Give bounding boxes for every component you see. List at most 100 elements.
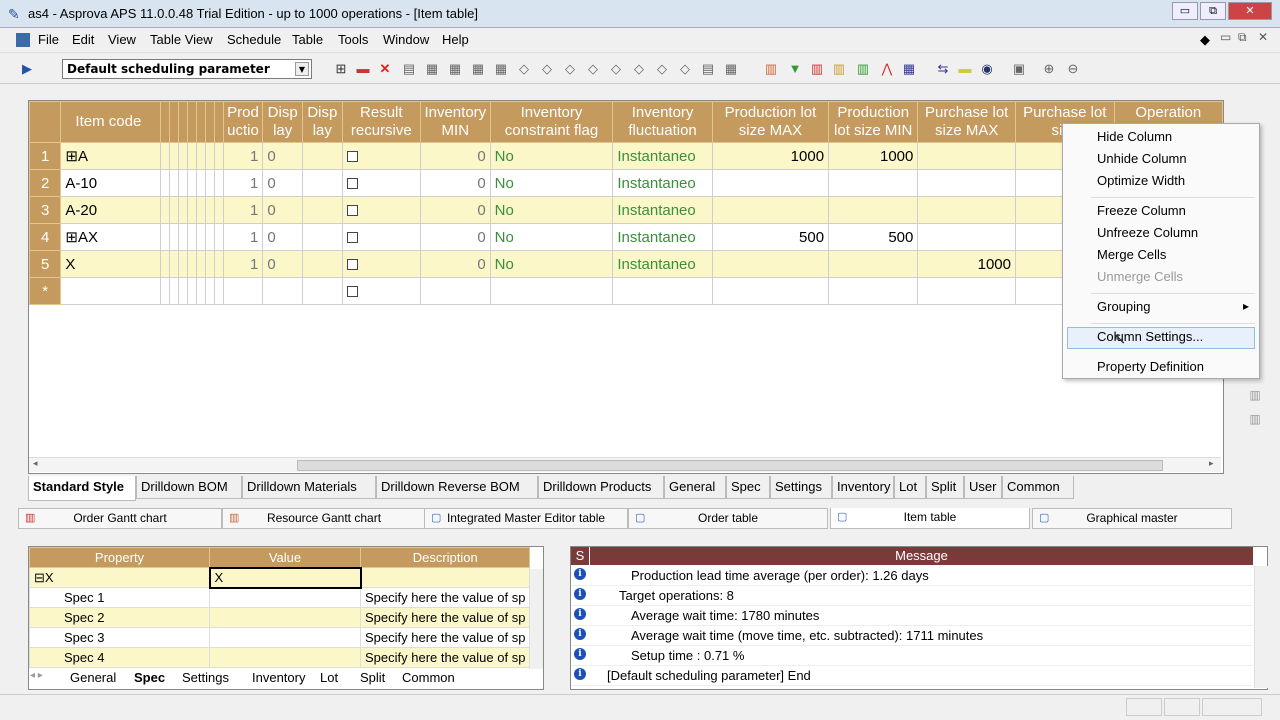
- hidden-cell[interactable]: [168, 223, 179, 251]
- hidden-cell[interactable]: [195, 277, 206, 305]
- property-value-cell[interactable]: [209, 607, 361, 628]
- view-tab[interactable]: Drilldown Materials: [242, 476, 376, 499]
- mdi-close-icon[interactable]: ✕: [1258, 30, 1268, 44]
- window-tab[interactable]: ▢ Integrated Master Editor table: [424, 508, 628, 529]
- tool-icon-1[interactable]: ▤: [400, 60, 418, 78]
- property-scrollbar[interactable]: [529, 569, 543, 669]
- header-hidden-5[interactable]: [195, 101, 206, 143]
- purchase-lot-max-cell[interactable]: [917, 142, 1016, 170]
- inventory-flag-cell[interactable]: [489, 277, 614, 305]
- close-button[interactable]: ✕: [1228, 2, 1272, 20]
- tab-scroll-icon[interactable]: ◂ ▸: [30, 670, 43, 681]
- display-cell-2[interactable]: [302, 223, 343, 251]
- result-recursive-cell[interactable]: [341, 223, 421, 251]
- tool-icon-13[interactable]: ◇: [676, 60, 694, 78]
- property-row[interactable]: Spec 3 Specify here the value of sp: [29, 627, 531, 648]
- window-tab[interactable]: ▢ Order table: [628, 508, 828, 529]
- header-production[interactable]: Prod uctio: [222, 101, 264, 143]
- header-production-lot-max[interactable]: Production lot size MAX: [711, 101, 830, 143]
- property-row[interactable]: ⊟X X: [29, 566, 531, 589]
- menu-file[interactable]: File: [38, 32, 59, 47]
- production-lot-min-cell[interactable]: [828, 250, 919, 278]
- inventory-fluctuation-cell[interactable]: Instantaneo: [612, 223, 713, 251]
- property-value-cell[interactable]: [209, 587, 361, 608]
- item-code-cell[interactable]: ⊞AX: [60, 223, 161, 251]
- grid-icon[interactable]: ▦: [900, 60, 918, 78]
- message-row[interactable]: i [Default scheduling parameter] End: [571, 666, 1253, 686]
- checkbox[interactable]: [346, 232, 358, 244]
- hidden-cell[interactable]: [168, 142, 179, 170]
- tool-icon-2[interactable]: ▦: [423, 60, 441, 78]
- table-row[interactable]: *: [28, 277, 1224, 305]
- table-row[interactable]: 4 ⊞AX 1 0 0 No Instantaneo 500 500: [28, 223, 1224, 251]
- hidden-cell[interactable]: [177, 142, 188, 170]
- hidden-cell[interactable]: [186, 223, 197, 251]
- hidden-cell[interactable]: [204, 196, 215, 224]
- message-row[interactable]: i Target operations: 8: [571, 586, 1253, 606]
- display-cell-2[interactable]: [302, 169, 343, 197]
- production-lot-min-cell[interactable]: [828, 196, 919, 224]
- checkbox[interactable]: [346, 205, 358, 217]
- display-cell[interactable]: 0: [262, 142, 303, 170]
- tool-icon-6[interactable]: ◇: [515, 60, 533, 78]
- hidden-cell[interactable]: [159, 142, 170, 170]
- view-tab[interactable]: Drilldown BOM: [136, 476, 242, 499]
- hidden-cell[interactable]: [177, 250, 188, 278]
- tool-icon-12[interactable]: ◇: [653, 60, 671, 78]
- display-cell[interactable]: 0: [262, 250, 303, 278]
- display-cell-2[interactable]: [302, 250, 343, 278]
- scroll-right-icon[interactable]: ▸: [1209, 458, 1214, 469]
- property-value-cell[interactable]: [209, 647, 361, 668]
- hidden-cell[interactable]: [159, 277, 170, 305]
- production-lot-max-cell[interactable]: 500: [711, 223, 830, 251]
- chart-icon-3[interactable]: ▥: [854, 60, 872, 78]
- table-row[interactable]: 2 A-10 1 0 0 No Instantaneo: [28, 169, 1224, 197]
- display-cell[interactable]: 0: [262, 169, 303, 197]
- scroll-left-icon[interactable]: ◂: [33, 458, 38, 469]
- purchase-lot-max-cell[interactable]: [917, 169, 1016, 197]
- line-chart-icon[interactable]: ⋀: [878, 60, 896, 78]
- header-production-lot-min[interactable]: Production lot size MIN: [828, 101, 919, 143]
- header-inventory-fluctuation[interactable]: Inventory fluctuation: [612, 101, 713, 143]
- minimize-button[interactable]: ▭: [1172, 2, 1198, 20]
- property-row[interactable]: Spec 4 Specify here the value of sp: [29, 647, 531, 668]
- checkbox[interactable]: [346, 259, 358, 271]
- property-row[interactable]: Spec 1 Specify here the value of sp: [29, 587, 531, 608]
- zoom-out-icon[interactable]: ⊖: [1064, 60, 1082, 78]
- purchase-lot-max-cell[interactable]: 1000: [917, 250, 1016, 278]
- hidden-cell[interactable]: [177, 223, 188, 251]
- menu-window[interactable]: Window: [383, 32, 429, 47]
- tool-icon-11[interactable]: ◇: [630, 60, 648, 78]
- inventory-flag-cell[interactable]: No: [489, 169, 614, 197]
- property-tab[interactable]: Common: [402, 670, 455, 685]
- header-display-1[interactable]: Disp lay: [262, 101, 303, 143]
- zoom-in-icon[interactable]: ⊕: [1040, 60, 1058, 78]
- inventory-min-cell[interactable]: 0: [419, 196, 491, 224]
- hidden-cell[interactable]: [213, 169, 224, 197]
- window-tab[interactable]: ▢ Graphical master: [1032, 508, 1232, 529]
- menu-merge-cells[interactable]: Merge Cells: [1097, 247, 1166, 262]
- horizontal-scrollbar[interactable]: ◂ ▸: [29, 457, 1221, 472]
- inventory-fluctuation-cell[interactable]: [612, 277, 713, 305]
- menu-table[interactable]: Table: [292, 32, 323, 47]
- property-value-cell[interactable]: [209, 627, 361, 648]
- header-display-2[interactable]: Disp lay: [302, 101, 343, 143]
- result-recursive-cell[interactable]: [341, 142, 421, 170]
- property-description-cell[interactable]: Specify here the value of sp: [359, 647, 531, 668]
- property-name-cell[interactable]: Spec 2: [29, 607, 210, 628]
- property-name-cell[interactable]: Spec 1: [29, 587, 210, 608]
- production-lot-max-cell[interactable]: [711, 196, 830, 224]
- swap-icon[interactable]: ⇆: [934, 60, 952, 78]
- hidden-cell[interactable]: [213, 277, 224, 305]
- checkbox[interactable]: [346, 178, 358, 190]
- message-row[interactable]: i Average wait time: 1780 minutes: [571, 606, 1253, 626]
- tool-icon-14[interactable]: ▤: [699, 60, 717, 78]
- table-row[interactable]: 1 ⊞A 1 0 0 No Instantaneo 1000 1000: [28, 142, 1224, 170]
- menu-optimize-width[interactable]: Optimize Width: [1097, 173, 1185, 188]
- checkbox[interactable]: [346, 151, 358, 163]
- menu-tools[interactable]: Tools: [338, 32, 368, 47]
- inventory-min-cell[interactable]: 0: [419, 142, 491, 170]
- header-hidden-1[interactable]: [159, 101, 170, 143]
- highlight-icon[interactable]: ▬: [956, 60, 974, 78]
- purchase-lot-max-cell[interactable]: [917, 277, 1016, 305]
